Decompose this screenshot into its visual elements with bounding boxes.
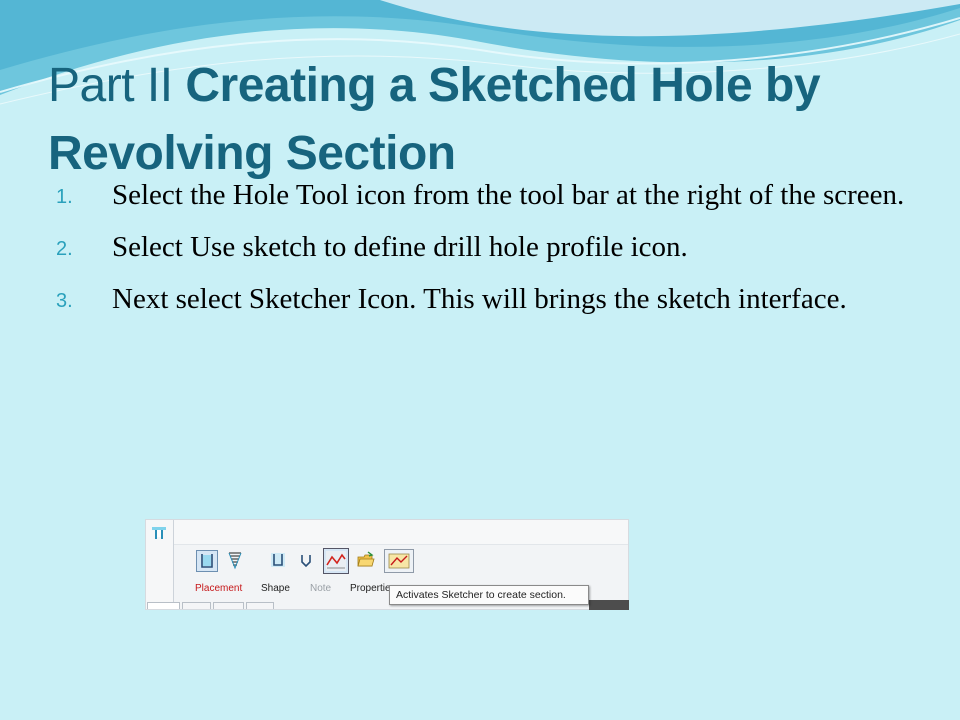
- steps-list: 1. Select the Hole Tool icon from the to…: [56, 174, 916, 330]
- tab-model-tree[interactable]: [147, 602, 180, 609]
- tab-shape[interactable]: Shape: [261, 583, 290, 594]
- list-item: 3. Next select Sketcher Icon. This will …: [56, 278, 916, 320]
- standard-hole-icon[interactable]: [225, 550, 247, 572]
- tab-folder-browser[interactable]: [182, 602, 211, 609]
- open-folder-icon[interactable]: [356, 550, 378, 572]
- hole-tool-icon[interactable]: [150, 524, 168, 542]
- sketch-profile-icon[interactable]: [296, 550, 318, 572]
- simple-profile-icon[interactable]: [268, 550, 290, 572]
- toolbar-edge-strip: [589, 600, 629, 610]
- list-item: 2. Select Use sketch to define drill hol…: [56, 226, 916, 268]
- toolbar-left-panel: [146, 520, 174, 609]
- sketch-drill-profile-icon[interactable]: [323, 548, 349, 574]
- step-text: Select Use sketch to define drill hole p…: [112, 231, 688, 263]
- slide-title: Part II Creating a Sketched Hole by Revo…: [48, 52, 928, 188]
- sketcher-tooltip: Activates Sketcher to create section.: [389, 585, 589, 605]
- step-text: Select the Hole Tool icon from the tool …: [112, 179, 905, 211]
- straight-hole-icon[interactable]: [196, 550, 218, 572]
- slide: Part II Creating a Sketched Hole by Revo…: [0, 0, 960, 720]
- tab-history[interactable]: [246, 602, 274, 609]
- step-number: 2.: [56, 238, 73, 260]
- tab-note[interactable]: Note: [310, 583, 331, 594]
- tab-favorites[interactable]: [213, 602, 244, 609]
- step-number: 3.: [56, 290, 73, 312]
- tab-placement[interactable]: Placement: [195, 583, 242, 594]
- list-item: 1. Select the Hole Tool icon from the to…: [56, 174, 916, 216]
- step-number: 1.: [56, 186, 73, 208]
- step-text: Next select Sketcher Icon. This will bri…: [112, 283, 847, 315]
- title-prefix: Part II: [48, 59, 186, 112]
- toolbar-top-strip: [174, 520, 628, 545]
- sketcher-icon[interactable]: [384, 549, 414, 573]
